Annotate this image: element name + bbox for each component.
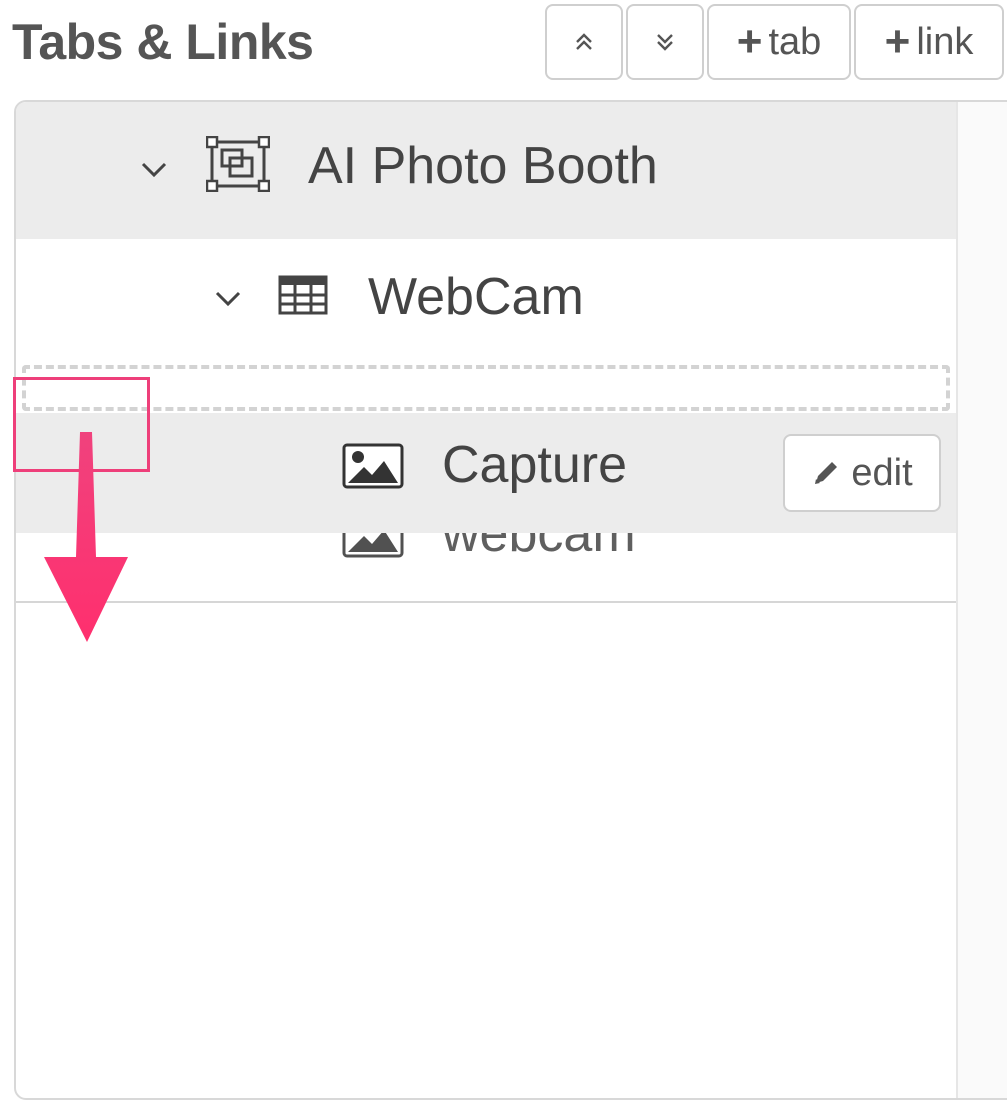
- edit-button[interactable]: edit: [783, 434, 941, 512]
- expand-all-button[interactable]: [626, 4, 704, 80]
- add-tab-button[interactable]: + tab: [707, 4, 851, 80]
- add-link-button[interactable]: + link: [854, 4, 1004, 80]
- collapse-all-button[interactable]: [545, 4, 623, 80]
- tab-label: AI Photo Booth: [308, 137, 658, 195]
- add-link-label: link: [916, 20, 974, 63]
- tab-frame-icon: [206, 136, 270, 192]
- arrow-down-icon: [44, 432, 128, 642]
- image-icon: [342, 443, 404, 489]
- group-label: WebCam: [368, 268, 584, 326]
- divider: [16, 601, 956, 603]
- plus-icon: +: [736, 17, 763, 66]
- tree-row-tab[interactable]: AI Photo Booth: [16, 102, 956, 239]
- plus-icon: +: [884, 17, 911, 66]
- chevron-double-up-icon: [576, 33, 592, 50]
- pencil-icon: [815, 462, 838, 484]
- tree-panel: AI Photo Booth WebCam webcam Capture edi…: [14, 100, 1007, 1100]
- tree-row-group[interactable]: WebCam: [16, 239, 956, 364]
- chevron-down-icon[interactable]: [214, 289, 242, 309]
- side-column: [956, 102, 1007, 1098]
- add-tab-label: tab: [768, 20, 822, 63]
- drop-placeholder: [22, 365, 950, 411]
- chevron-double-down-icon: [657, 34, 673, 51]
- edit-label: edit: [851, 451, 913, 494]
- grid-table-icon: [278, 275, 328, 315]
- chevron-down-icon[interactable]: [140, 160, 168, 180]
- header-title: Tabs & Links: [12, 14, 314, 70]
- item-label: Capture: [442, 436, 627, 494]
